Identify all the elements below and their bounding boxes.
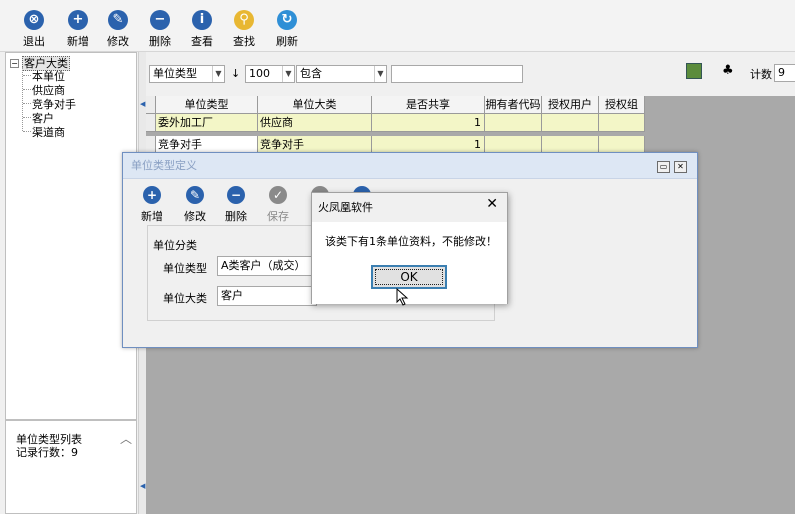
mouse-pointer-icon bbox=[396, 288, 409, 306]
collapse-icon[interactable]: − bbox=[10, 59, 19, 68]
collapse-left-icon-bottom[interactable]: ◀ bbox=[140, 482, 145, 490]
message-text: 该类下有1条单位资料，不能修改！ bbox=[325, 235, 497, 248]
tree-branch bbox=[23, 75, 31, 76]
refresh-label: 刷新 bbox=[276, 35, 298, 48]
exit-label: 退出 bbox=[23, 35, 45, 48]
refresh-icon: ↻ bbox=[277, 10, 297, 30]
unit-category-field[interactable]: 客户 bbox=[217, 286, 317, 306]
restore-button[interactable]: ▭ bbox=[657, 161, 670, 173]
info-panel: 单位类型列表 记录行数：9 ︿ bbox=[5, 420, 137, 514]
count-value: 9 bbox=[774, 64, 795, 82]
cell-auth-user[interactable] bbox=[542, 114, 599, 132]
view-icon: i bbox=[192, 10, 212, 30]
edit-button[interactable]: ✎ 修改 bbox=[98, 10, 138, 49]
view-label: 查看 bbox=[191, 35, 213, 48]
edit-icon: ✎ bbox=[108, 10, 128, 30]
cell-unit-category[interactable]: 供应商 bbox=[258, 114, 372, 132]
tree-branch bbox=[23, 89, 31, 90]
column-header[interactable]: 是否共享 bbox=[372, 96, 485, 114]
dialog-save-label: 保存 bbox=[267, 210, 289, 223]
picture-search-icon[interactable] bbox=[686, 63, 702, 79]
message-title: 火凤凰软件 bbox=[318, 201, 373, 214]
save-icon: ✓ bbox=[269, 186, 287, 204]
ok-button[interactable]: OK bbox=[371, 265, 447, 289]
dialog-delete-label: 删除 bbox=[225, 210, 247, 223]
cell-auth-group[interactable] bbox=[599, 114, 645, 132]
focus-ring bbox=[375, 269, 443, 285]
tree-branch bbox=[23, 117, 31, 118]
unit-type-field[interactable]: A类客户（成交） bbox=[217, 256, 317, 276]
dialog-add-label: 新增 bbox=[141, 210, 163, 223]
scroll-up-icon[interactable]: ︿ bbox=[120, 433, 132, 446]
collapse-left-icon[interactable]: ◀ bbox=[140, 100, 145, 108]
exit-button[interactable]: ⊗ 退出 bbox=[14, 10, 54, 49]
chevron-down-icon: ▼ bbox=[374, 66, 386, 82]
dialog-title: 单位类型定义 bbox=[123, 153, 697, 179]
tree-line bbox=[22, 67, 23, 131]
column-header[interactable]: 单位类型 bbox=[156, 96, 258, 114]
limit-select-value: 100 bbox=[249, 67, 270, 80]
row-indicator bbox=[146, 114, 156, 132]
operator-select-value: 包含 bbox=[300, 67, 322, 80]
delete-label: 删除 bbox=[149, 35, 171, 48]
search-button[interactable]: ⚲ 查找 bbox=[224, 10, 264, 49]
filter-value-input[interactable] bbox=[391, 65, 523, 83]
edit-label: 修改 bbox=[107, 35, 129, 48]
add-button[interactable]: + 新增 bbox=[58, 10, 98, 49]
edit-icon: ✎ bbox=[186, 186, 204, 204]
cell-shared[interactable]: 1 bbox=[372, 114, 485, 132]
column-header[interactable]: 拥有者代码 bbox=[485, 96, 542, 114]
field-select[interactable]: 单位类型 ▼ bbox=[149, 65, 225, 83]
category-tree: − 客户大类 本单位 供应商 竞争对手 客户 渠道商 bbox=[5, 52, 137, 420]
dialog-edit-label: 修改 bbox=[184, 210, 206, 223]
unit-type-label: 单位类型 bbox=[163, 262, 207, 275]
dialog-delete-button[interactable]: − 删除 bbox=[219, 186, 253, 224]
column-header[interactable]: 授权组 bbox=[599, 96, 645, 114]
exit-icon: ⊗ bbox=[24, 10, 44, 30]
cell-unit-type[interactable]: 委外加工厂 bbox=[156, 114, 258, 132]
unit-category-label: 单位大类 bbox=[163, 292, 207, 305]
column-header[interactable]: 授权用户 bbox=[542, 96, 599, 114]
add-icon: + bbox=[68, 10, 88, 30]
count-label: 计数 bbox=[750, 68, 772, 81]
tree-item-channel[interactable]: 渠道商 bbox=[32, 124, 65, 140]
search-label: 查找 bbox=[233, 35, 255, 48]
view-button[interactable]: i 查看 bbox=[182, 10, 222, 49]
tree-branch bbox=[23, 103, 31, 104]
column-header[interactable]: 单位大类 bbox=[258, 96, 372, 114]
main-toolbar: ⊗ 退出 + 新增 ✎ 修改 − 删除 i 查看 ⚲ 查找 ↻ 刷新 bbox=[0, 0, 795, 52]
binoculars-icon[interactable]: ♣ bbox=[722, 63, 734, 78]
chevron-down-icon: ▼ bbox=[282, 66, 294, 82]
field-select-value: 单位类型 bbox=[153, 67, 197, 80]
search-icon: ⚲ bbox=[234, 10, 254, 30]
close-button[interactable]: ✕ bbox=[674, 161, 687, 173]
dialog-edit-button[interactable]: ✎ 修改 bbox=[178, 186, 212, 224]
sort-arrow-icon[interactable]: ↓ bbox=[231, 67, 240, 80]
add-label: 新增 bbox=[67, 35, 89, 48]
chevron-down-icon: ▼ bbox=[212, 66, 224, 82]
header-indicator bbox=[146, 96, 156, 114]
delete-icon: − bbox=[227, 186, 245, 204]
refresh-button[interactable]: ↻ 刷新 bbox=[267, 10, 307, 49]
cell-owner-code[interactable] bbox=[485, 114, 542, 132]
operator-select[interactable]: 包含 ▼ bbox=[296, 65, 387, 83]
delete-button[interactable]: − 删除 bbox=[140, 10, 180, 49]
close-icon[interactable]: ✕ bbox=[486, 196, 498, 212]
info-title: 单位类型列表 bbox=[16, 433, 82, 446]
limit-select[interactable]: 100 ▼ bbox=[245, 65, 295, 83]
group-label: 单位分类 bbox=[153, 239, 197, 252]
dialog-save-button: ✓ 保存 bbox=[261, 186, 295, 224]
record-count: 记录行数：9 bbox=[16, 446, 78, 459]
dialog-add-button[interactable]: + 新增 bbox=[135, 186, 169, 224]
tree-branch bbox=[23, 131, 31, 132]
delete-icon: − bbox=[150, 10, 170, 30]
add-icon: + bbox=[143, 186, 161, 204]
